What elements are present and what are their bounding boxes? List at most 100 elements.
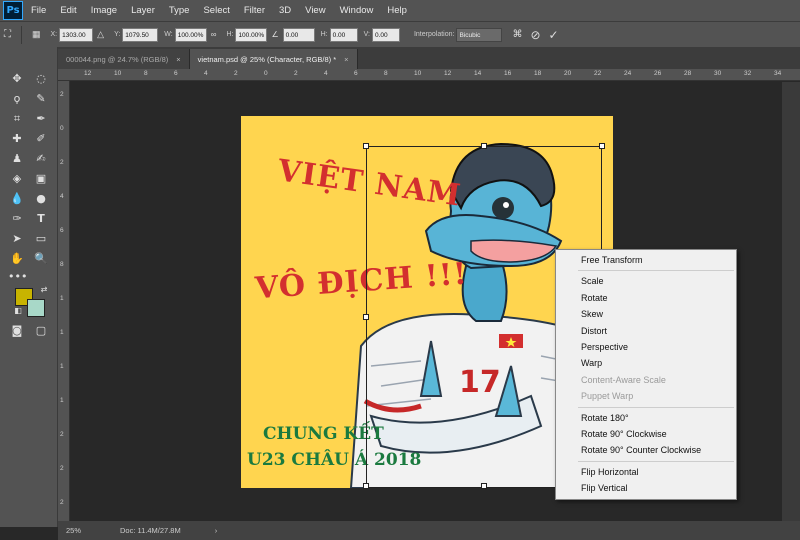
x-field[interactable]: 1303.00 px xyxy=(59,27,94,53)
transform-handle[interactable] xyxy=(363,143,369,149)
move-transform-icon[interactable]: ⛶ xyxy=(4,29,11,40)
hskew-label: H: xyxy=(320,31,328,38)
menu-item-rotate-180[interactable]: Rotate 180° xyxy=(556,410,736,426)
type-tool-icon[interactable]: T xyxy=(32,211,50,227)
ruler-tick-label: 12 xyxy=(444,70,452,77)
stamp-tool-icon[interactable]: ♟ xyxy=(8,151,26,167)
menu-item-rotate-90-ccw[interactable]: Rotate 90° Counter Clockwise xyxy=(556,442,736,458)
vskew-label: V: xyxy=(363,31,370,38)
menu-item-scale[interactable]: Scale xyxy=(556,273,736,289)
tab-label: vietnam.psd @ 25% (Character, RGB/8) * xyxy=(197,54,337,64)
swap-colors-icon[interactable]: ⇄ xyxy=(35,282,53,298)
crop-tool-icon[interactable]: ⌗ xyxy=(8,111,26,127)
warp-mode-icon[interactable]: ⌘ xyxy=(512,29,522,40)
menu-item-perspective[interactable]: Perspective xyxy=(556,339,736,355)
close-icon[interactable]: × xyxy=(176,55,180,64)
tab-vietnam[interactable]: vietnam.psd @ 25% (Character, RGB/8) * × xyxy=(189,49,358,69)
move-tool-icon[interactable]: ✥ xyxy=(8,71,26,87)
menu-filter[interactable]: Filter xyxy=(244,5,265,16)
healing-brush-icon[interactable]: ✚ xyxy=(8,131,26,147)
x-label: X: xyxy=(50,31,58,38)
transform-handle[interactable] xyxy=(481,483,487,489)
default-colors-icon[interactable]: ◧ xyxy=(9,303,27,319)
more-tools-icon[interactable]: ••• xyxy=(8,269,27,285)
eraser-tool-icon[interactable]: ◈ xyxy=(8,171,26,187)
gradient-tool-icon[interactable]: ▣ xyxy=(32,171,50,187)
history-brush-icon[interactable]: ✍ xyxy=(32,151,50,167)
horizontal-ruler[interactable]: 12 10 8 6 4 2 0 2 4 6 8 10 12 14 16 18 20 22 24 26 28 30 32 34 xyxy=(58,69,800,81)
menu-help[interactable]: Help xyxy=(387,5,407,16)
menu-image[interactable]: Image xyxy=(91,5,117,16)
blur-tool-icon[interactable]: 💧 xyxy=(8,191,26,207)
hskew-field[interactable]: 0.00 xyxy=(329,27,358,42)
menu-item-skew[interactable]: Skew xyxy=(556,306,736,322)
pen-tool-icon[interactable]: ✑ xyxy=(8,211,26,227)
tab-label: 000044.png @ 24.7% (RGB/8) xyxy=(66,54,169,64)
delta-icon[interactable]: △ xyxy=(97,29,104,40)
link-icon[interactable]: ∞ xyxy=(211,30,217,39)
w-field[interactable]: 100.00% xyxy=(174,27,207,42)
zoom-tool-icon[interactable]: 🔍 xyxy=(32,251,50,267)
reference-point-icon[interactable]: ▦ xyxy=(32,29,41,40)
ruler-tick-label: 2 xyxy=(60,91,64,98)
ruler-tick-label: 10 xyxy=(114,70,122,77)
shape-tool-icon[interactable]: ▭ xyxy=(32,231,50,247)
ruler-tick-label: 4 xyxy=(60,193,64,200)
ruler-tick-label: 1 xyxy=(60,329,64,336)
vskew-field[interactable]: 0.00 xyxy=(371,27,400,42)
menu-item-distort[interactable]: Distort xyxy=(556,323,736,339)
brush-tool-icon[interactable]: ✐ xyxy=(32,131,50,147)
status-menu-arrow[interactable]: › xyxy=(215,526,218,535)
quick-mask-icon[interactable]: ◙ xyxy=(8,323,26,339)
menu-item-warp[interactable]: Warp xyxy=(556,355,736,371)
menu-window[interactable]: Window xyxy=(340,5,374,16)
document-tab-bar: 000044.png @ 24.7% (RGB/8) × vietnam.psd… xyxy=(58,47,800,69)
menu-item-flip-horizontal[interactable]: Flip Horizontal xyxy=(556,464,736,480)
vertical-scrollbar[interactable] xyxy=(782,82,800,521)
marquee-tool-icon[interactable]: ◌ xyxy=(32,71,50,87)
ruler-tick-label: 6 xyxy=(174,70,178,77)
menu-item-rotate-90-cw[interactable]: Rotate 90° Clockwise xyxy=(556,426,736,442)
transform-handle[interactable] xyxy=(481,143,487,149)
dodge-tool-icon[interactable]: ● xyxy=(32,191,50,207)
y-field[interactable]: 1079.50 px xyxy=(122,27,159,53)
path-select-icon[interactable]: ➤ xyxy=(8,231,26,247)
menu-3d[interactable]: 3D xyxy=(279,5,291,16)
menu-item-free-transform[interactable]: Free Transform xyxy=(556,252,736,268)
ruler-tick-label: 30 xyxy=(714,70,722,77)
quick-select-icon[interactable]: ✎ xyxy=(32,91,50,107)
ruler-tick-label: 8 xyxy=(144,70,148,77)
ruler-tick-label: 6 xyxy=(354,70,358,77)
close-icon[interactable]: × xyxy=(344,55,348,64)
ruler-tick-label: 22 xyxy=(594,70,602,77)
h-label: H: xyxy=(226,31,234,38)
menu-file[interactable]: File xyxy=(31,5,46,16)
transform-handle[interactable] xyxy=(363,483,369,489)
background-color-swatch[interactable] xyxy=(27,299,45,317)
menu-item-flip-vertical[interactable]: Flip Vertical xyxy=(556,480,736,496)
screen-mode-icon[interactable]: ▢ xyxy=(32,323,50,339)
ruler-tick-label: 8 xyxy=(384,70,388,77)
h-field[interactable]: 100.00% xyxy=(235,27,268,42)
lasso-tool-icon[interactable]: ϙ xyxy=(8,91,26,107)
vertical-ruler[interactable]: 2 0 2 4 6 8 1 1 1 1 2 2 2 xyxy=(58,81,70,521)
menu-select[interactable]: Select xyxy=(203,5,229,16)
interpolation-select[interactable]: Bicubic xyxy=(456,27,503,42)
ruler-tick-label: 1 xyxy=(60,397,64,404)
menu-type[interactable]: Type xyxy=(169,5,190,16)
ruler-tick-label: 10 xyxy=(414,70,422,77)
transform-handle[interactable] xyxy=(599,143,605,149)
eyedropper-tool-icon[interactable]: ✒ xyxy=(32,111,50,127)
menu-layer[interactable]: Layer xyxy=(131,5,155,16)
tab-000044[interactable]: 000044.png @ 24.7% (RGB/8) × xyxy=(58,49,190,69)
menu-edit[interactable]: Edit xyxy=(60,5,76,16)
commit-icon[interactable]: ✓ xyxy=(549,28,559,42)
cancel-icon[interactable]: ⊘ xyxy=(530,28,540,42)
menu-view[interactable]: View xyxy=(305,5,325,16)
menu-item-rotate[interactable]: Rotate xyxy=(556,290,736,306)
zoom-level[interactable]: 25% xyxy=(66,526,120,535)
angle-field[interactable]: 0.00 xyxy=(282,27,315,42)
transform-handle[interactable] xyxy=(363,314,369,320)
interpolation-label: Interpolation: xyxy=(413,31,455,38)
hand-tool-icon[interactable]: ✋ xyxy=(8,251,26,267)
